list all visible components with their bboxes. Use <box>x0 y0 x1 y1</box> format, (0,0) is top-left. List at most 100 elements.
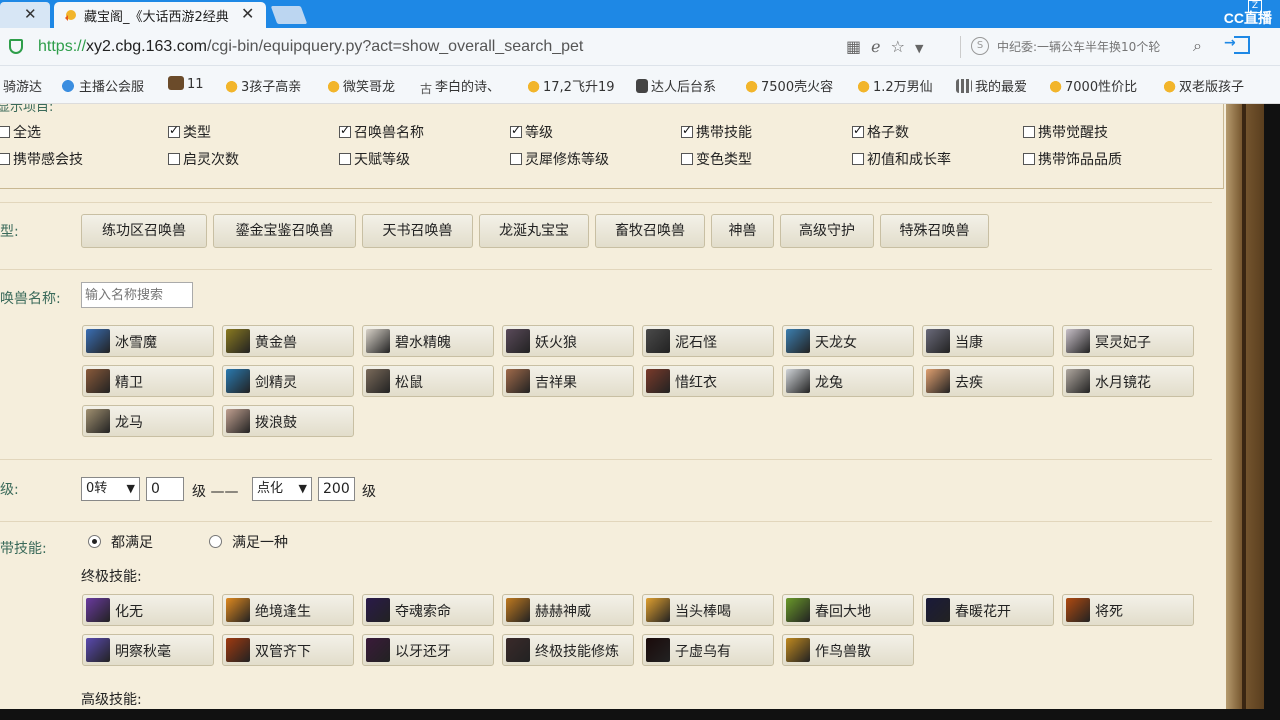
skill-option-button[interactable]: 子虚乌有 <box>642 634 774 666</box>
skill-option-button[interactable]: 赫赫神威 <box>502 594 634 626</box>
favorite-star-icon[interactable]: ☆ <box>891 37 905 56</box>
bookmark-item[interactable]: 微笑哥龙 <box>324 76 395 95</box>
skill-option-button[interactable]: 春暖花开 <box>922 594 1054 626</box>
bookmark-item[interactable]: 骑游达 <box>3 76 42 95</box>
skill-option-button[interactable]: 绝境逢生 <box>222 594 354 626</box>
pet-option-button[interactable]: 黄金兽 <box>222 325 354 357</box>
previous-tab[interactable]: ✕ <box>0 2 50 28</box>
type-option-button[interactable]: 龙涎丸宝宝 <box>479 214 589 248</box>
type-option-button[interactable]: 练功区召唤兽 <box>81 214 207 248</box>
skill-option-button[interactable]: 化无 <box>82 594 214 626</box>
close-tab-icon[interactable]: ✕ <box>24 5 37 23</box>
pet-option-button[interactable]: 妖火狼 <box>502 325 634 357</box>
tab-title: 藏宝阁_《大话西游2经典 <box>84 10 229 25</box>
skill-option-button[interactable]: 春回大地 <box>782 594 914 626</box>
display-option-checkbox[interactable]: 全选 <box>0 122 41 142</box>
type-option-button[interactable]: 天书召唤兽 <box>362 214 473 248</box>
type-option-button[interactable]: 畜牧召唤兽 <box>595 214 705 248</box>
bookmark-item[interactable]: 7000性价比 <box>1046 76 1137 95</box>
bookmark-label: 我的最爱 <box>975 80 1028 95</box>
pet-name-search-input[interactable] <box>81 282 193 308</box>
bookmark-item[interactable]: 我的最爱 <box>956 76 1027 95</box>
type-option-button[interactable]: 高级守护 <box>780 214 874 248</box>
display-option-checkbox[interactable]: 初值和成长率 <box>852 149 951 169</box>
bookmark-label: 微笑哥龙 <box>343 80 396 95</box>
type-option-button[interactable]: 神兽 <box>711 214 774 248</box>
pet-option-button[interactable]: 当康 <box>922 325 1054 357</box>
pet-option-button[interactable]: 精卫 <box>82 365 214 397</box>
skill-option-button[interactable]: 明察秋毫 <box>82 634 214 666</box>
pet-option-button[interactable]: 松鼠 <box>362 365 494 397</box>
display-option-checkbox[interactable]: 类型 <box>168 122 211 142</box>
display-option-label: 初值和成长率 <box>867 152 951 168</box>
bookmark-item[interactable]: 7500壳火容 <box>742 76 833 95</box>
skill-option-button[interactable]: 当头棒喝 <box>642 594 774 626</box>
match-any-radio[interactable]: 满足一种 <box>209 532 288 552</box>
skill-option-label: 赫赫神威 <box>535 604 591 620</box>
skill-option-button[interactable]: 将死 <box>1062 594 1194 626</box>
display-option-checkbox[interactable]: 天赋等级 <box>339 149 410 169</box>
max-turn-select[interactable]: 点化 ▼ <box>252 477 312 501</box>
display-option-checkbox[interactable]: 格子数 <box>852 122 909 142</box>
bookmark-item[interactable]: 主播公会服 <box>60 76 144 95</box>
min-level-input[interactable]: 0 <box>146 477 184 501</box>
pet-option-button[interactable]: 水月镜花 <box>1062 365 1194 397</box>
display-option-checkbox[interactable]: 变色类型 <box>681 149 752 169</box>
pet-option-button[interactable]: 天龙女 <box>782 325 914 357</box>
pet-option-button[interactable]: 剑精灵 <box>222 365 354 397</box>
display-option-checkbox[interactable]: 召唤兽名称 <box>339 122 424 142</box>
bookmark-label: 7500壳火容 <box>761 80 834 95</box>
display-option-checkbox[interactable]: 等级 <box>510 122 553 142</box>
bookmark-item[interactable]: 古李白的诗、 <box>420 76 500 96</box>
display-option-checkbox[interactable]: 携带饰品品质 <box>1023 149 1122 169</box>
pet-option-button[interactable]: 冰雪魔 <box>82 325 214 357</box>
pet-option-button[interactable]: 龙马 <box>82 405 214 437</box>
match-all-radio[interactable]: 都满足 <box>88 532 153 552</box>
display-option-checkbox[interactable]: 携带技能 <box>681 122 752 142</box>
pet-option-button[interactable]: 泥石怪 <box>642 325 774 357</box>
display-option-checkbox[interactable]: 灵犀修炼等级 <box>510 149 609 169</box>
min-turn-select[interactable]: 0转 ▼ <box>81 477 140 501</box>
active-tab[interactable]: 藏宝阁_《大话西游2经典 ✕ <box>54 2 266 28</box>
pet-option-button[interactable]: 冥灵妃子 <box>1062 325 1194 357</box>
bookmark-item[interactable]: 3孩子高亲 <box>222 76 301 95</box>
url-field[interactable]: https://xy2.cbg.163.com/cgi-bin/equipque… <box>38 38 583 56</box>
search-icon[interactable]: ⌕ <box>1193 36 1202 56</box>
type-option-button[interactable]: 特殊召唤兽 <box>880 214 989 248</box>
pet-option-button[interactable]: 拨浪鼓 <box>222 405 354 437</box>
max-level-input[interactable]: 200 <box>318 477 355 501</box>
type-filter-label: 型: <box>0 224 19 240</box>
pet-option-button[interactable]: 去疾 <box>922 365 1054 397</box>
bookmark-item[interactable]: 双老版孩子 <box>1160 76 1244 95</box>
skill-option-button[interactable]: 夺魂索命 <box>362 594 494 626</box>
checkbox-checked-icon <box>339 123 351 138</box>
skill-option-button[interactable]: 作鸟兽散 <box>782 634 914 666</box>
login-icon[interactable] <box>1224 35 1250 54</box>
skill-option-button[interactable]: 双管齐下 <box>222 634 354 666</box>
search-input[interactable] <box>997 37 1187 57</box>
bookmark-item[interactable]: 17,2飞升19 <box>524 76 615 95</box>
skill-option-label: 子虚乌有 <box>675 644 731 660</box>
bookmark-item[interactable]: 11 <box>168 76 204 92</box>
display-option-checkbox[interactable]: 启灵次数 <box>168 149 239 169</box>
bookmark-item[interactable]: 1.2万男仙 <box>854 76 933 95</box>
pet-option-button[interactable]: 惜红衣 <box>642 365 774 397</box>
ie-mode-icon[interactable]: ℯ <box>871 37 880 56</box>
pet-option-button[interactable]: 龙兔 <box>782 365 914 397</box>
secure-shield-icon[interactable] <box>9 39 23 54</box>
qr-code-icon[interactable]: ▦ <box>846 37 861 56</box>
search-engine-icon[interactable]: S <box>971 37 989 55</box>
display-option-checkbox[interactable]: 携带觉醒技 <box>1023 122 1108 142</box>
pet-option-button[interactable]: 碧水精魄 <box>362 325 494 357</box>
pet-option-label: 去疾 <box>955 375 983 391</box>
chick-icon <box>742 79 758 93</box>
new-tab-button[interactable] <box>270 6 308 24</box>
display-option-checkbox[interactable]: 携带感会技 <box>0 149 83 169</box>
close-tab-icon[interactable]: ✕ <box>241 4 254 23</box>
skill-option-button[interactable]: 终极技能修炼 <box>502 634 634 666</box>
bookmark-item[interactable]: 达人后台系 <box>636 76 716 95</box>
skill-option-button[interactable]: 以牙还牙 <box>362 634 494 666</box>
pet-option-button[interactable]: 吉祥果 <box>502 365 634 397</box>
type-option-button[interactable]: 鎏金宝鉴召唤兽 <box>213 214 356 248</box>
dropdown-arrow-icon[interactable]: ▼ <box>915 42 923 55</box>
